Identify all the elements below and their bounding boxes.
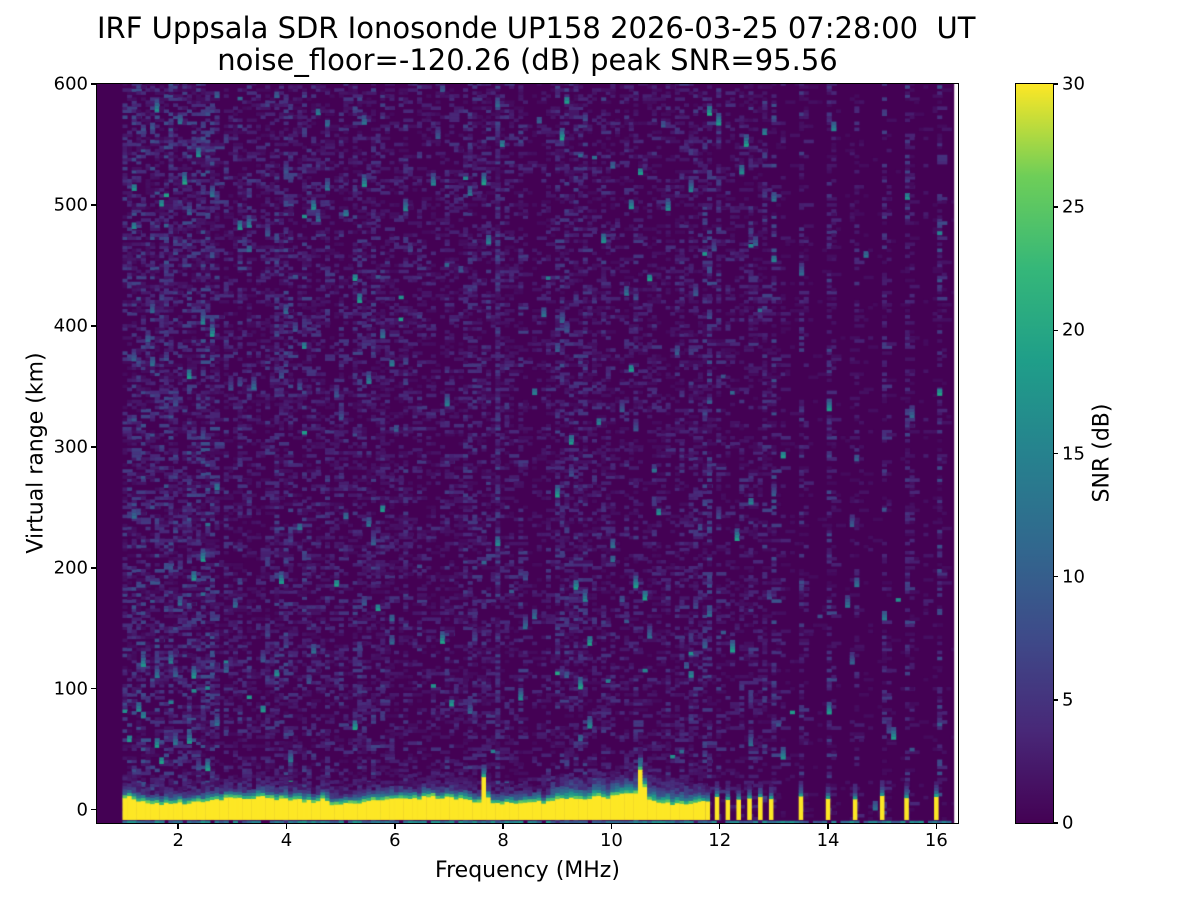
y-tick-mark	[91, 83, 96, 85]
y-tick-mark	[91, 688, 96, 690]
x-tick-label: 2	[172, 830, 183, 851]
colorbar	[1015, 83, 1054, 824]
colorbar-tick-label: 10	[1062, 566, 1085, 587]
x-tick-mark	[936, 824, 938, 829]
y-tick-label: 0	[22, 799, 88, 820]
colorbar-tick-mark	[1053, 699, 1058, 701]
y-tick-label: 600	[22, 74, 88, 95]
x-axis-label: Frequency (MHz)	[97, 858, 958, 883]
colorbar-tick-label: 5	[1062, 689, 1073, 710]
colorbar-tick-label: 20	[1062, 320, 1085, 341]
ionogram-heatmap-canvas	[97, 84, 958, 823]
x-tick-mark	[502, 824, 504, 829]
colorbar-tick-label: 15	[1062, 443, 1085, 464]
x-tick-mark	[827, 824, 829, 829]
colorbar-tick-mark	[1053, 576, 1058, 578]
x-tick-label: 8	[497, 830, 508, 851]
colorbar-tick-mark	[1053, 822, 1058, 824]
x-tick-mark	[611, 824, 613, 829]
x-tick-mark	[394, 824, 396, 829]
y-tick-mark	[91, 325, 96, 327]
colorbar-tick-label: 30	[1062, 74, 1085, 95]
x-tick-label: 4	[281, 830, 292, 851]
y-tick-label: 200	[22, 557, 88, 578]
colorbar-tick-mark	[1053, 330, 1058, 332]
y-tick-mark	[91, 446, 96, 448]
colorbar-tick-label: 25	[1062, 197, 1085, 218]
plot-area	[96, 83, 959, 824]
colorbar-tick-mark	[1053, 83, 1058, 85]
title-line-1: IRF Uppsala SDR Ionosonde UP158 2026-03-…	[97, 12, 958, 44]
colorbar-tick-label: 0	[1062, 813, 1073, 834]
y-tick-label: 100	[22, 678, 88, 699]
colorbar-tick-mark	[1053, 206, 1058, 208]
x-tick-label: 6	[389, 830, 400, 851]
x-tick-label: 12	[708, 830, 731, 851]
figure-title: IRF Uppsala SDR Ionosonde UP158 2026-03-…	[97, 12, 958, 76]
y-tick-mark	[91, 809, 96, 811]
colorbar-gradient	[1016, 84, 1053, 823]
x-tick-mark	[719, 824, 721, 829]
x-tick-label: 14	[817, 830, 840, 851]
x-tick-label: 16	[925, 830, 948, 851]
x-tick-mark	[177, 824, 179, 829]
title-line-2: noise_floor=-120.26 (dB) peak SNR=95.56	[97, 44, 958, 76]
x-tick-label: 10	[600, 830, 623, 851]
y-tick-label: 300	[22, 436, 88, 457]
colorbar-label: SNR (dB)	[1090, 404, 1115, 503]
y-tick-mark	[91, 204, 96, 206]
colorbar-tick-mark	[1053, 453, 1058, 455]
y-tick-label: 500	[22, 194, 88, 215]
x-tick-mark	[286, 824, 288, 829]
y-tick-mark	[91, 567, 96, 569]
y-tick-label: 400	[22, 315, 88, 336]
ionogram-figure: IRF Uppsala SDR Ionosonde UP158 2026-03-…	[0, 0, 1200, 900]
